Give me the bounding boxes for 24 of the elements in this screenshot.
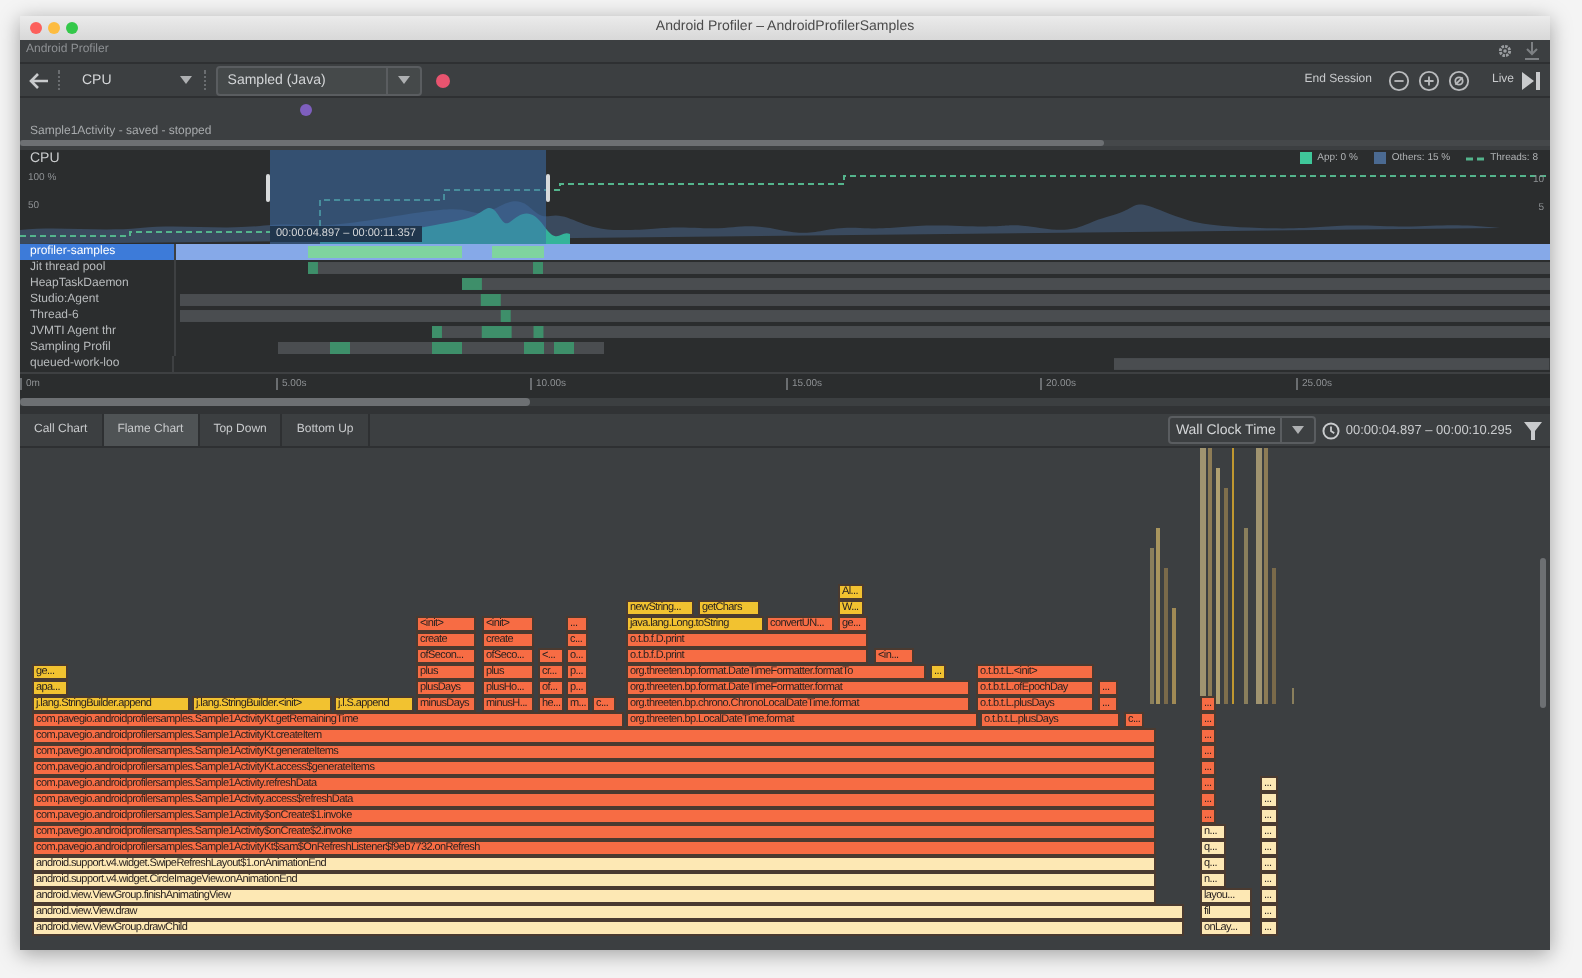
legend-dash-icon [1466, 155, 1485, 162]
download-icon[interactable] [1524, 41, 1540, 60]
back-arrow-icon[interactable] [28, 71, 50, 90]
legend-swatch [1373, 152, 1386, 165]
range-handle[interactable] [266, 174, 270, 203]
jump-to-end-icon[interactable] [1522, 71, 1540, 90]
selection-overlay[interactable] [270, 150, 546, 245]
filter-icon[interactable] [1524, 421, 1542, 440]
caret-icon [1291, 426, 1304, 435]
scrollbar-thumb[interactable] [1540, 557, 1546, 708]
legend-swatch [1299, 152, 1312, 165]
zoom-in-icon[interactable] [1417, 69, 1440, 92]
scrollbar-thumb[interactable] [20, 397, 530, 406]
clock-icon [1321, 421, 1340, 440]
range-handle[interactable] [546, 174, 550, 203]
caret-icon [179, 76, 192, 85]
close-icon[interactable] [30, 21, 42, 34]
scrollbar-thumb[interactable] [20, 140, 1104, 147]
caret-icon [397, 76, 410, 85]
settings-icon[interactable] [1496, 41, 1514, 60]
reset-zoom-icon[interactable] [1447, 69, 1470, 92]
event-dot[interactable] [300, 103, 312, 116]
zoom-out-icon[interactable] [1387, 69, 1410, 92]
record-button[interactable] [435, 73, 450, 88]
